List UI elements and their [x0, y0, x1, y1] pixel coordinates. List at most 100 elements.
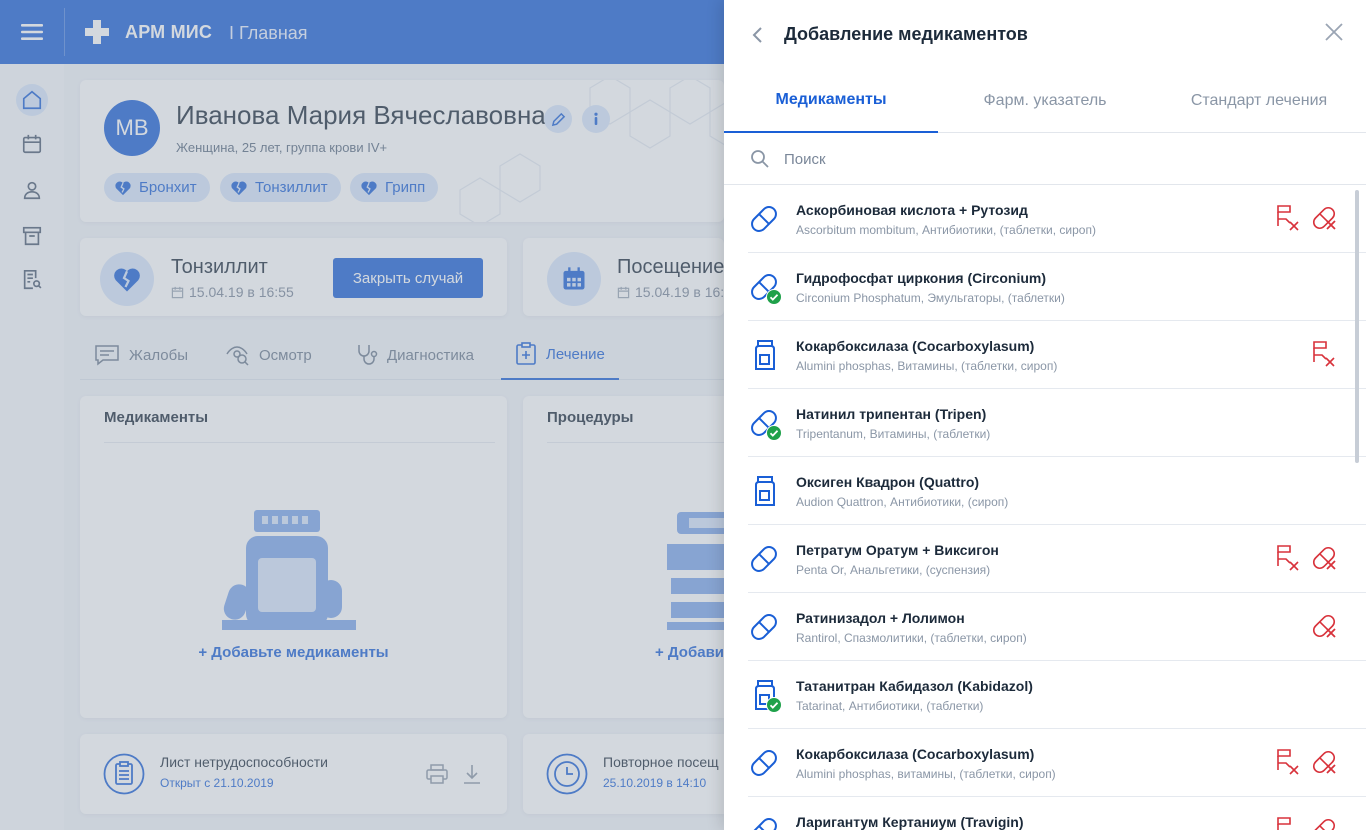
- no-prescription-icon[interactable]: [1276, 748, 1300, 776]
- home-icon[interactable]: [16, 84, 48, 116]
- add-medications-panel: Добавление медикаментов Медикаменты Фарм…: [724, 0, 1366, 830]
- tag-label: Тонзиллит: [255, 179, 328, 196]
- medication-row[interactable]: Гидрофосфат циркония (Circonium) Circoniu…: [748, 253, 1366, 321]
- medication-row[interactable]: Ларигантум Кертаниум (Travigin): [748, 797, 1366, 830]
- edit-icon[interactable]: [544, 105, 572, 133]
- medication-details: Alumini phosphas, витамины, (таблетки, с…: [796, 767, 1056, 781]
- tab-label: Жалобы: [129, 346, 188, 364]
- divider: [547, 442, 724, 443]
- medication-name: Кокарбоксилаза (Cocarboxylasum): [796, 746, 1035, 762]
- tab-examination[interactable]: Осмотр: [226, 330, 312, 380]
- document-search-icon[interactable]: [16, 264, 48, 296]
- medication-row[interactable]: Аскорбиновая кислота + Рутозид Ascorbitum…: [748, 185, 1366, 253]
- case-title: Тонзиллит: [171, 256, 268, 278]
- menu-icon[interactable]: [20, 22, 44, 42]
- repeat-visit-card: Повторное посещ 25.10.2019 в 14:10: [523, 734, 724, 814]
- check-icon: [766, 289, 782, 305]
- treatment-tabs: Жалобы Осмотр Диагностика Лечение: [80, 330, 724, 380]
- user-icon[interactable]: [16, 174, 48, 206]
- print-icon[interactable]: [426, 764, 448, 784]
- clock-icon: [546, 753, 588, 795]
- medication-name: Оксиген Квадрон (Quattro): [796, 474, 980, 490]
- diagnosis-tag[interactable]: Бронхит: [104, 173, 210, 202]
- medication-details: Ascorbitum mombitum, Антибиотики, (табле…: [796, 223, 1096, 237]
- tag-label: Грипп: [385, 179, 426, 196]
- medication-row[interactable]: Кокарбоксилаза (Cocarboxylasum) Alumini p…: [748, 729, 1366, 797]
- pill-icon: [748, 201, 784, 237]
- tab-pharm-index[interactable]: Фарм. указатель: [938, 68, 1152, 133]
- tab-medications[interactable]: Медикаменты: [724, 68, 938, 133]
- tab-complaints[interactable]: Жалобы: [94, 330, 188, 380]
- sick-leave-subtitle: Открыт с 21.10.2019: [160, 776, 274, 790]
- tab-treatment-standard[interactable]: Стандарт лечения: [1152, 68, 1366, 133]
- sick-leave-card: Лист нетрудоспособности Открыт с 21.10.2…: [80, 734, 507, 814]
- no-pill-icon[interactable]: [1310, 748, 1338, 776]
- calendar-icon: [547, 252, 601, 306]
- medication-row[interactable]: Натинил трипентан (Tripen) Tripentanum, В…: [748, 389, 1366, 457]
- visit-date-text: 15.04.19 в 16:: [635, 284, 724, 300]
- tab-label: Диагностика: [387, 346, 474, 364]
- tab-diagnostics[interactable]: Диагностика: [356, 330, 474, 380]
- diagnosis-tag[interactable]: Тонзиллит: [220, 173, 341, 202]
- no-pill-icon[interactable]: [1310, 612, 1338, 640]
- add-procedures-link[interactable]: + Добавит: [655, 644, 724, 661]
- no-pill-icon[interactable]: [1310, 204, 1338, 232]
- broken-heart-icon: [100, 252, 154, 306]
- info-icon[interactable]: [582, 105, 610, 133]
- medication-row[interactable]: Петратум Оратум + Виксигон Penta Or, Анал…: [748, 525, 1366, 593]
- medication-details: Circonium Phosphatum, Эмульгаторы, (табл…: [796, 291, 1065, 305]
- add-medications-link[interactable]: + Добавьте медикаменты: [80, 644, 507, 661]
- close-case-button[interactable]: Закрыть случай: [333, 258, 483, 298]
- calendar-icon: [617, 286, 630, 298]
- no-prescription-icon[interactable]: [1276, 816, 1300, 830]
- search-input[interactable]: [784, 147, 1304, 171]
- bottle-icon: [748, 473, 784, 509]
- diagnosis-tag[interactable]: Грипп: [350, 173, 439, 202]
- patient-card: МВ Иванова Мария Вячеславовна Женщина, 2…: [80, 80, 724, 222]
- medicine-bottles-illustration: [222, 510, 356, 630]
- medication-details: Audion Quattron, Антибиотики, (сироп): [796, 495, 1009, 509]
- visit-date: 15.04.19 в 16:: [617, 284, 724, 300]
- section-title: Медикаменты: [104, 409, 209, 426]
- close-icon[interactable]: [1324, 22, 1344, 42]
- no-prescription-icon[interactable]: [1312, 340, 1336, 368]
- medication-row[interactable]: Оксиген Квадрон (Quattro) Audion Quattron…: [748, 457, 1366, 525]
- no-pill-icon[interactable]: [1310, 816, 1338, 830]
- app-name: АРМ МИС: [125, 22, 213, 42]
- repeat-visit-subtitle: 25.10.2019 в 14:10: [603, 776, 707, 790]
- stethoscope-icon: [358, 345, 378, 365]
- medication-name: Татанитран Кабидазол (Kabidazol): [796, 678, 1033, 694]
- medication-row[interactable]: Ратинизадол + Лолимон Rantirol, Спазмолит…: [748, 593, 1366, 661]
- medication-name: Ларигантум Кертаниум (Travigin): [796, 814, 1024, 830]
- no-pill-icon[interactable]: [1310, 544, 1338, 572]
- patient-meta: Женщина, 25 лет, группа крови IV+: [176, 140, 388, 155]
- medication-row[interactable]: Татанитран Кабидазол (Kabidazol) Tatarina…: [748, 661, 1366, 729]
- breadcrumb[interactable]: I Главная: [229, 23, 308, 44]
- no-prescription-icon[interactable]: [1276, 544, 1300, 572]
- medication-name: Кокарбоксилаза (Cocarboxylasum): [796, 338, 1035, 354]
- repeat-visit-title: Повторное посещ: [603, 754, 719, 770]
- calendar-icon[interactable]: [16, 128, 48, 160]
- syringe-illustration: [667, 512, 724, 630]
- pill-icon: [748, 609, 784, 645]
- scrollbar[interactable]: [1355, 190, 1359, 463]
- download-icon[interactable]: [462, 763, 482, 785]
- no-prescription-icon[interactable]: [1276, 204, 1300, 232]
- medication-row[interactable]: Кокарбоксилаза (Cocarboxylasum) Alumini p…: [748, 321, 1366, 389]
- tab-treatment[interactable]: Лечение: [501, 330, 619, 380]
- visit-title: Посещение: [617, 256, 724, 278]
- search-bar: [724, 133, 1366, 185]
- medication-name: Ратинизадол + Лолимон: [796, 610, 965, 626]
- tab-label: Осмотр: [259, 346, 312, 364]
- medical-cross-icon: [84, 19, 110, 45]
- visit-card: Посещение 15.04.19 в 16:: [523, 238, 724, 316]
- check-icon: [766, 697, 782, 713]
- broken-heart-icon: [115, 181, 131, 195]
- clipboard-plus-icon: [516, 342, 536, 365]
- pill-icon: [748, 269, 784, 305]
- medication-details: Alumini phosphas, Витамины, (таблетки, с…: [796, 359, 1058, 373]
- patient-name: Иванова Мария Вячеславовна: [176, 100, 546, 130]
- medication-name: Натинил трипентан (Tripen): [796, 406, 987, 422]
- archive-icon[interactable]: [16, 220, 48, 252]
- back-chevron-icon[interactable]: [750, 26, 766, 44]
